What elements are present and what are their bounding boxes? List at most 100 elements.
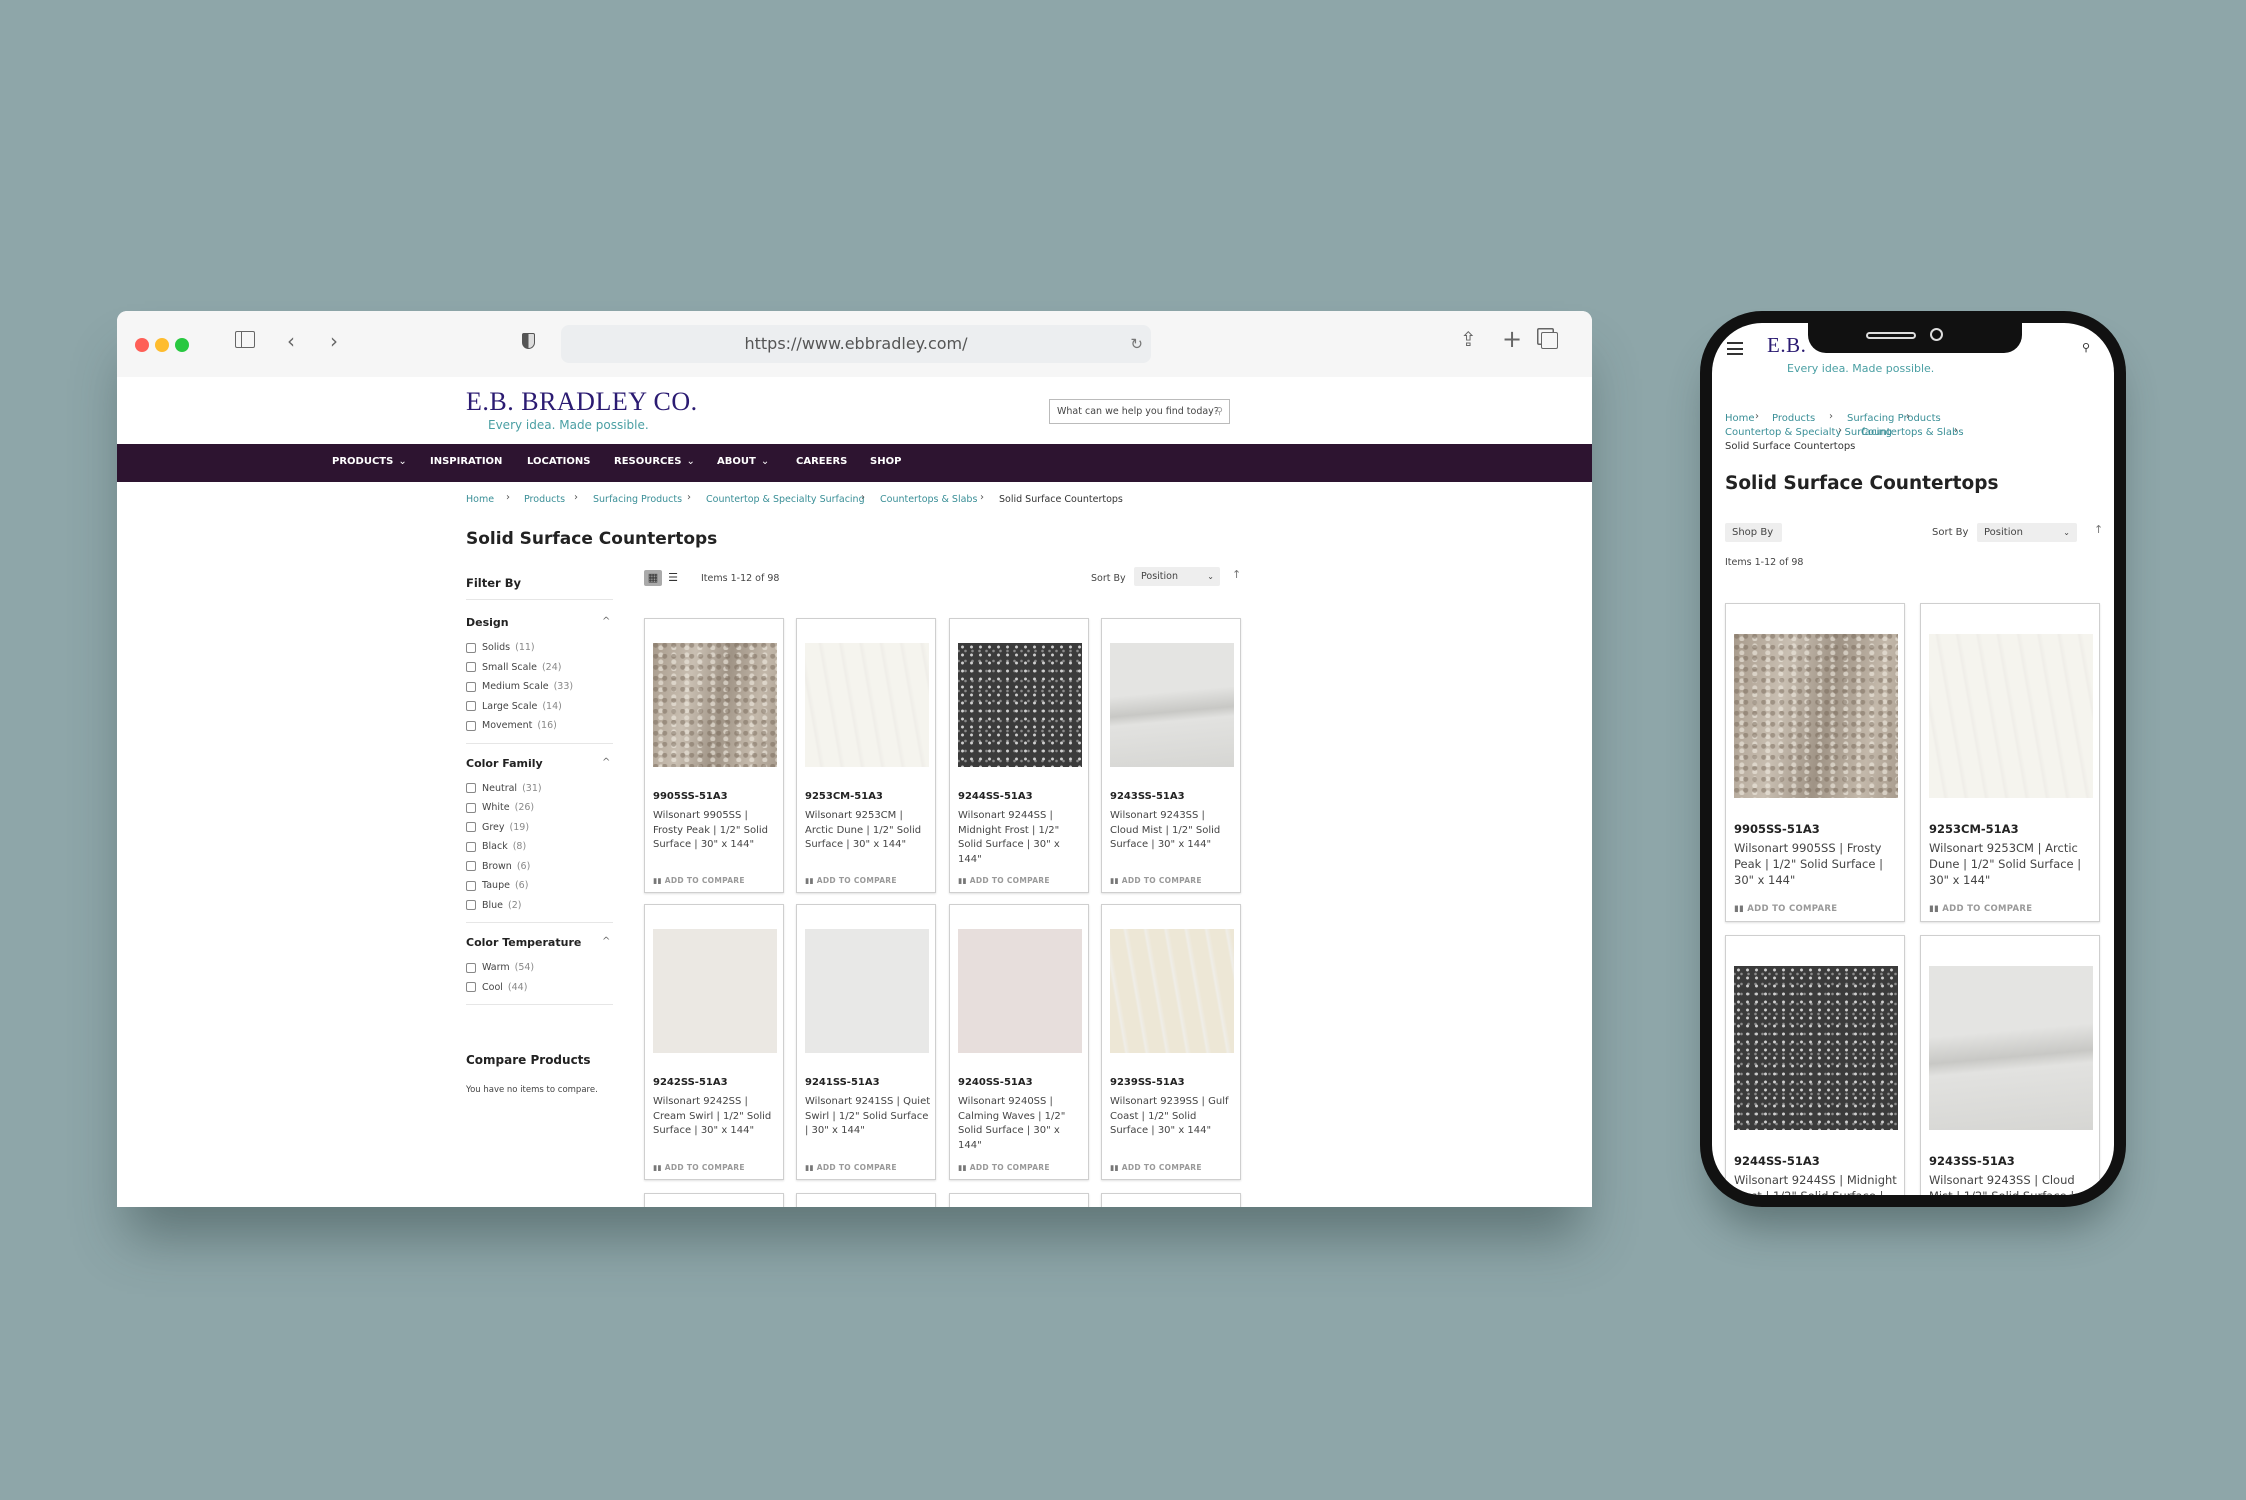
add-to-compare-button[interactable]: ▮▮ ADD TO COMPARE xyxy=(653,876,745,885)
checkbox[interactable] xyxy=(466,900,476,910)
product-name[interactable]: Wilsonart 9905SS | Frosty Peak | 1/2" So… xyxy=(653,809,779,853)
breadcrumb-item[interactable]: Home xyxy=(1725,413,1755,424)
filter-option[interactable]: Blue (2) xyxy=(466,900,522,911)
product-image[interactable] xyxy=(653,929,777,1053)
filter-option[interactable]: Small Scale (24) xyxy=(466,662,561,673)
filter-group-color-family[interactable]: Color Family xyxy=(466,757,543,770)
filter-option[interactable]: Neutral (31) xyxy=(466,783,542,794)
checkbox[interactable] xyxy=(466,720,476,731)
reload-icon[interactable]: ↻ xyxy=(1130,325,1143,363)
breadcrumb-item[interactable]: Surfacing Products xyxy=(593,494,682,505)
filter-option[interactable]: White (26) xyxy=(466,802,534,813)
product-card[interactable]: 9239SS-51A3 Wilsonart 9239SS | Gulf Coas… xyxy=(1101,904,1241,1180)
product-sku[interactable]: 9905SS-51A3 xyxy=(653,791,728,802)
add-to-compare-button[interactable]: ▮▮ ADD TO COMPARE xyxy=(805,876,897,885)
sort-direction-icon[interactable]: ↑ xyxy=(1232,568,1241,581)
product-name[interactable]: Wilsonart 9244SS | Midnight Frost | 1/2"… xyxy=(1734,1172,1900,1195)
product-image[interactable] xyxy=(653,643,777,767)
checkbox[interactable] xyxy=(466,880,476,891)
product-card[interactable]: 9243SS-51A3 Wilsonart 9243SS | Cloud Mis… xyxy=(1101,618,1241,893)
checkbox[interactable] xyxy=(466,962,476,973)
breadcrumb-item[interactable]: Products xyxy=(524,494,565,505)
product-image[interactable] xyxy=(1929,966,2093,1130)
minimize-dot[interactable] xyxy=(155,338,169,352)
sidebar-icon[interactable] xyxy=(235,331,255,348)
nav-item-shop[interactable]: SHOP xyxy=(870,456,901,467)
product-card[interactable]: 9253CM-51A3 Wilsonart 9253CM | Arctic Du… xyxy=(796,618,936,893)
back-icon[interactable]: ‹ xyxy=(287,329,295,353)
forward-icon[interactable]: › xyxy=(330,329,338,353)
product-image[interactable] xyxy=(805,929,929,1053)
product-name[interactable]: Wilsonart 9243SS | Cloud Mist | 1/2" Sol… xyxy=(1929,1172,2095,1195)
filter-option[interactable]: Large Scale (14) xyxy=(466,701,562,712)
add-to-compare-button[interactable]: ▮▮ ADD TO COMPARE xyxy=(653,1163,745,1172)
product-name[interactable]: Wilsonart 9240SS | Calming Waves | 1/2" … xyxy=(958,1095,1084,1153)
product-name[interactable]: Wilsonart 9243SS | Cloud Mist | 1/2" Sol… xyxy=(1110,809,1236,853)
filter-option[interactable]: Brown (6) xyxy=(466,861,530,872)
product-sku[interactable]: 9239SS-51A3 xyxy=(1110,1077,1185,1088)
url-bar[interactable]: https://www.ebbradley.com/ ↻ xyxy=(561,325,1151,363)
product-sku[interactable]: 9244SS-51A3 xyxy=(1734,1154,1820,1168)
product-card[interactable]: 9244SS-51A3 Wilsonart 9244SS | Midnight … xyxy=(949,618,1089,893)
product-card[interactable]: 9243SS-51A3 Wilsonart 9243SS | Cloud Mis… xyxy=(1920,935,2100,1195)
product-sku[interactable]: 9253CM-51A3 xyxy=(1929,822,2019,836)
breadcrumb-item[interactable]: Surfacing Products xyxy=(1847,413,1941,424)
breadcrumb-item[interactable]: Countertop & Specialty Surfacing xyxy=(706,494,865,505)
checkbox[interactable] xyxy=(466,783,476,793)
filter-group-design[interactable]: Design xyxy=(466,616,509,629)
sort-select[interactable]: Position ⌄ xyxy=(1134,567,1220,586)
maximize-dot[interactable] xyxy=(175,338,189,352)
filter-option[interactable]: Grey (19) xyxy=(466,822,529,833)
add-to-compare-button[interactable]: ▮▮ ADD TO COMPARE xyxy=(1929,904,2032,914)
product-image[interactable] xyxy=(958,929,1082,1053)
checkbox[interactable] xyxy=(466,861,476,871)
product-image[interactable] xyxy=(1734,634,1898,798)
new-tab-icon[interactable]: + xyxy=(1502,325,1522,353)
breadcrumb-item[interactable]: Countertops & Slabs xyxy=(1861,427,1964,438)
tabs-icon[interactable] xyxy=(1541,332,1558,349)
checkbox[interactable] xyxy=(466,822,476,832)
product-card[interactable]: 9241SS-51A3 Wilsonart 9241SS | Quiet Swi… xyxy=(796,904,936,1180)
product-image[interactable] xyxy=(1110,929,1234,1053)
add-to-compare-button[interactable]: ▮▮ ADD TO COMPARE xyxy=(1110,876,1202,885)
nav-item-careers[interactable]: CAREERS xyxy=(796,456,847,467)
checkbox[interactable] xyxy=(466,841,476,852)
filter-option[interactable]: Medium Scale (33) xyxy=(466,681,573,692)
sort-select[interactable]: Position ⌄ xyxy=(1977,523,2077,542)
checkbox[interactable] xyxy=(466,982,476,992)
add-to-compare-button[interactable]: ▮▮ ADD TO COMPARE xyxy=(1110,1163,1202,1172)
product-card[interactable]: 9244SS-51A3 Wilsonart 9244SS | Midnight … xyxy=(1725,935,1905,1195)
checkbox[interactable] xyxy=(466,701,476,711)
breadcrumb-item[interactable]: Home xyxy=(466,494,494,505)
product-name[interactable]: Wilsonart 9905SS | Frosty Peak | 1/2" So… xyxy=(1734,840,1900,888)
filter-option[interactable]: Black (8) xyxy=(466,841,526,852)
product-sku[interactable]: 9905SS-51A3 xyxy=(1734,822,1820,836)
product-card[interactable] xyxy=(644,1193,784,1207)
product-card[interactable]: 9905SS-51A3 Wilsonart 9905SS | Frosty Pe… xyxy=(1725,603,1905,922)
chevron-up-icon[interactable]: ^ xyxy=(602,936,610,947)
product-sku[interactable]: 9243SS-51A3 xyxy=(1110,791,1185,802)
nav-item-about[interactable]: ABOUT ⌄ xyxy=(717,456,769,467)
search-icon[interactable]: ⚲ xyxy=(2082,341,2090,354)
filter-option[interactable]: Warm (54) xyxy=(466,962,534,973)
product-sku[interactable]: 9243SS-51A3 xyxy=(1929,1154,2015,1168)
product-name[interactable]: Wilsonart 9241SS | Quiet Swirl | 1/2" So… xyxy=(805,1095,931,1139)
nav-item-inspiration[interactable]: INSPIRATION xyxy=(430,456,502,467)
site-logo[interactable]: E.B. xyxy=(1767,333,1806,358)
list-view-icon[interactable]: ☰ xyxy=(665,570,681,586)
filter-group-color-temperature[interactable]: Color Temperature xyxy=(466,936,581,949)
breadcrumb-item[interactable]: Products xyxy=(1772,413,1815,424)
product-card[interactable]: 9905SS-51A3 Wilsonart 9905SS | Frosty Pe… xyxy=(644,618,784,893)
checkbox[interactable] xyxy=(466,802,476,813)
product-card[interactable]: 9242SS-51A3 Wilsonart 9242SS | Cream Swi… xyxy=(644,904,784,1180)
filter-option[interactable]: Taupe (6) xyxy=(466,880,528,891)
nav-item-products[interactable]: PRODUCTS ⌄ xyxy=(332,456,407,467)
shield-icon[interactable] xyxy=(522,333,535,349)
chevron-up-icon[interactable]: ^ xyxy=(602,616,610,627)
product-sku[interactable]: 9242SS-51A3 xyxy=(653,1077,728,1088)
product-image[interactable] xyxy=(1929,634,2093,798)
product-sku[interactable]: 9253CM-51A3 xyxy=(805,791,883,802)
product-sku[interactable]: 9244SS-51A3 xyxy=(958,791,1033,802)
sort-direction-icon[interactable]: ↑ xyxy=(2094,523,2103,536)
product-card[interactable] xyxy=(796,1193,936,1207)
